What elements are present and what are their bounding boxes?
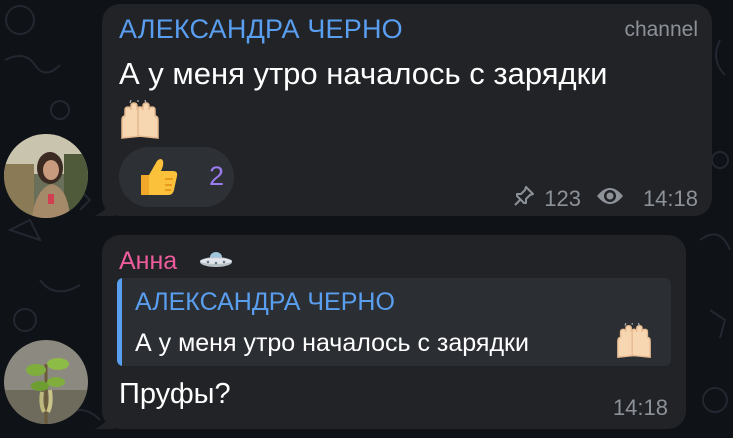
quote-accent-bar bbox=[117, 278, 122, 366]
sender-avatar[interactable] bbox=[4, 340, 88, 424]
quote-author: АЛЕКСАНДРА ЧЕРНО bbox=[135, 288, 395, 316]
views-count: 123 bbox=[544, 186, 581, 211]
woman-avatar-image bbox=[4, 134, 88, 218]
reply-quote[interactable]: АЛЕКСАНДРА ЧЕРНО А у меня утро началось … bbox=[117, 278, 671, 366]
sender-avatar[interactable] bbox=[4, 134, 88, 218]
raising-hands-icon bbox=[614, 322, 654, 364]
message-text: Пруфы? bbox=[119, 378, 231, 410]
ufo-icon bbox=[199, 250, 233, 275]
message-author[interactable]: АЛЕКСАНДРА ЧЕРНО bbox=[119, 14, 403, 45]
reply-message-bubble[interactable]: Анна АЛЕКСАНДРА ЧЕРНО А у меня утро нача… bbox=[94, 235, 686, 429]
message-time: 14:18 bbox=[612, 395, 668, 420]
reaction-count: 2 bbox=[209, 161, 225, 191]
message-text: А у меня утро началось с зарядки bbox=[119, 56, 608, 91]
eye-icon bbox=[595, 185, 625, 213]
bubble-tail bbox=[94, 409, 114, 429]
channel-message-bubble[interactable]: АЛЕКСАНДРА ЧЕРНО channel А у меня утро н… bbox=[94, 4, 712, 216]
raising-hands-icon bbox=[118, 99, 162, 145]
plant-avatar-image bbox=[4, 340, 88, 424]
quote-text: А у меня утро началось с зарядки bbox=[135, 329, 529, 357]
bubble-tail bbox=[94, 196, 114, 216]
message-author[interactable]: Анна bbox=[119, 247, 177, 276]
message-time: 14:18 bbox=[642, 186, 698, 211]
thumbs-up-icon bbox=[135, 155, 179, 204]
chat-view: АЛЕКСАНДРА ЧЕРНО channel А у меня утро н… bbox=[0, 0, 733, 438]
reaction-thumbs-up[interactable]: 2 bbox=[119, 147, 234, 207]
channel-label: channel bbox=[624, 18, 698, 41]
message-meta: 123 14:18 bbox=[512, 184, 698, 214]
pin-icon bbox=[512, 184, 536, 214]
